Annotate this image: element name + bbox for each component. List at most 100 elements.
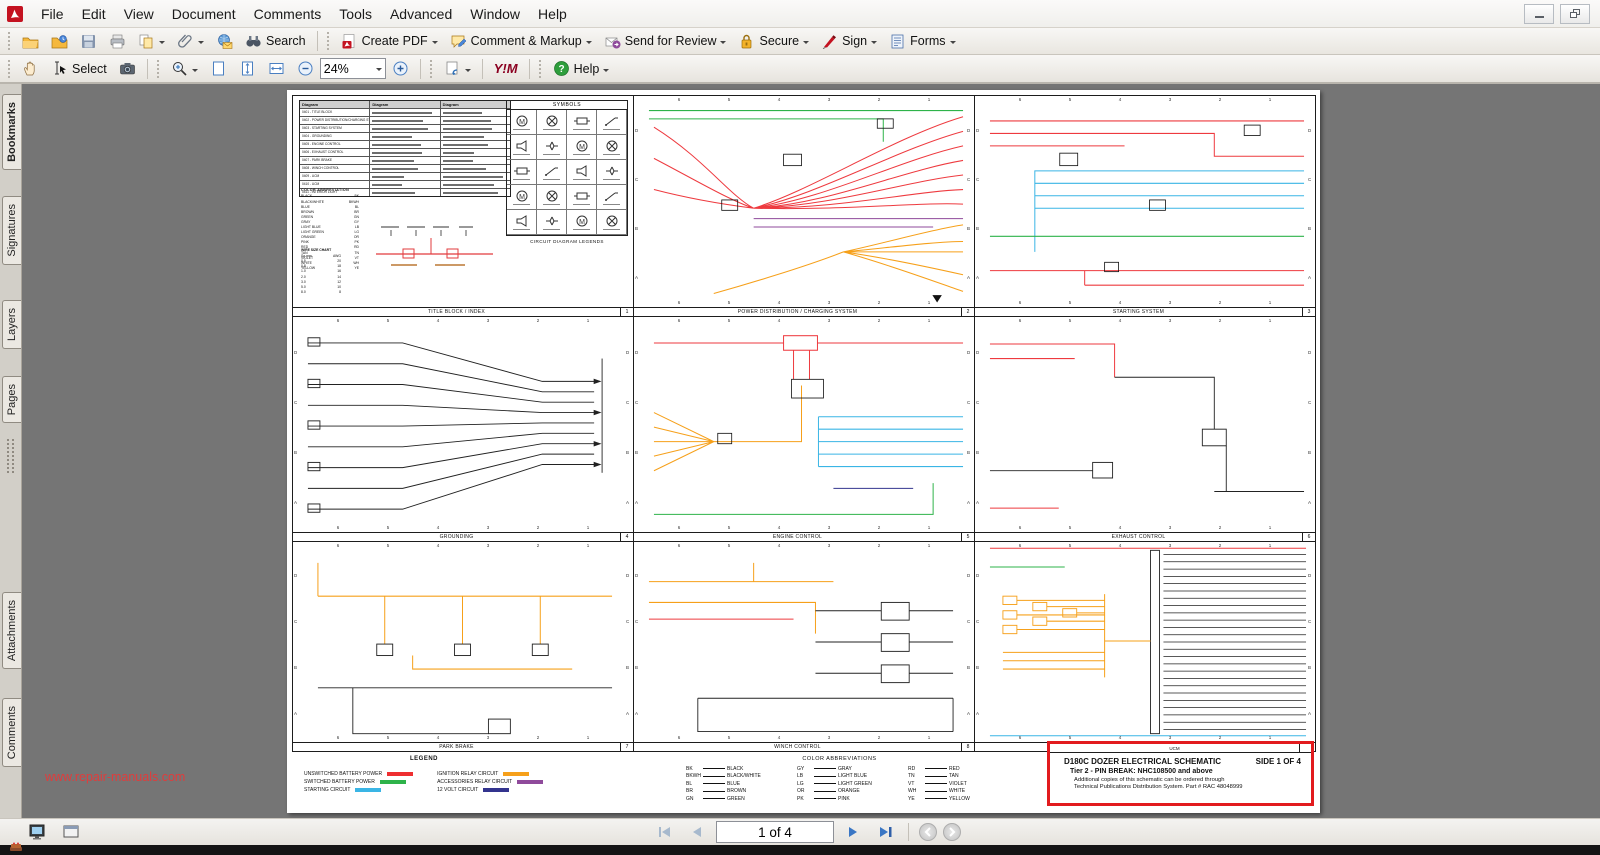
- zoom-out-button[interactable]: [291, 57, 320, 80]
- legend-strip: LEGEND UNSWITCHED BATTERY POWERSWITCHED …: [292, 752, 1316, 808]
- fit-height-icon: [239, 60, 256, 77]
- taskbar-corner-icon[interactable]: [8, 841, 24, 855]
- search-button[interactable]: Search: [239, 30, 312, 53]
- sidebar-tab-attachments[interactable]: Attachments: [2, 592, 21, 669]
- wire-size-chart: WIRE SIZE CHARTSq mmAWG0.5200.8181.0162.…: [301, 248, 341, 295]
- toolbar-grip[interactable]: [157, 60, 161, 78]
- sidebar-tab-layers[interactable]: Layers: [2, 300, 21, 349]
- panel-title: POWER DISTRIBUTION / CHARGING SYSTEM: [634, 309, 961, 315]
- email-button[interactable]: [210, 30, 239, 53]
- panel-winch-control: WINCH CONTROL8 654321654321DCBADCBA: [633, 541, 975, 752]
- open-folder-icon: [22, 33, 39, 50]
- save-button[interactable]: [74, 30, 103, 53]
- panel-title: EXHAUST CONTROL: [975, 534, 1302, 540]
- schematic-tier-line: Tier 2 - PIN BREAK: NHC108500 and above: [1050, 766, 1311, 775]
- page-display-button[interactable]: [438, 57, 477, 80]
- comment-markup-button[interactable]: Comment & Markup: [444, 30, 598, 53]
- toolbar-grip[interactable]: [8, 60, 12, 78]
- create-pdf-button[interactable]: Create PDF: [335, 30, 444, 53]
- forms-button[interactable]: Forms: [883, 30, 961, 53]
- sign-button[interactable]: Sign: [815, 30, 883, 53]
- fit-width-icon: [268, 60, 285, 77]
- actual-size-button[interactable]: [204, 57, 233, 80]
- symbols-grid: MMMM: [507, 110, 627, 235]
- symbols-title: SYMBOLS: [507, 101, 627, 110]
- menu-document[interactable]: Document: [163, 2, 245, 26]
- toolbar-grip[interactable]: [539, 60, 543, 78]
- minimize-button[interactable]: [1524, 4, 1554, 24]
- svg-text:M: M: [519, 194, 525, 201]
- create-pdf-icon: [341, 33, 358, 50]
- legend-item: UNSWITCHED BATTERY POWER: [304, 770, 413, 778]
- next-view-button[interactable]: [943, 823, 961, 841]
- grid-row-letters: DCBA: [967, 552, 973, 737]
- fit-page-button[interactable]: [233, 57, 262, 80]
- panel-title: WINCH CONTROL: [634, 744, 961, 750]
- grid-ticks: 654321: [313, 543, 613, 549]
- menu-view[interactable]: View: [115, 2, 163, 26]
- menu-help[interactable]: Help: [529, 2, 576, 26]
- page-indicator-field[interactable]: 1 of 4: [716, 821, 834, 843]
- next-page-button[interactable]: [840, 822, 866, 843]
- zoom-tool-button[interactable]: [165, 57, 204, 80]
- window-layout-icon[interactable]: [62, 823, 80, 841]
- panel-resize-grip[interactable]: [7, 439, 14, 473]
- help-button[interactable]: ?Help: [547, 57, 616, 80]
- restore-button[interactable]: [1560, 4, 1590, 24]
- menu-tools[interactable]: Tools: [330, 2, 381, 26]
- lock-icon: [738, 33, 755, 50]
- panel-title: PARK BRAKE: [293, 744, 620, 750]
- previous-view-button[interactable]: [919, 823, 937, 841]
- sidebar-tab-comments[interactable]: Comments: [2, 698, 21, 767]
- grid-row-letters: DCBA: [294, 552, 300, 737]
- menu-window[interactable]: Window: [461, 2, 529, 26]
- caret-icon: [465, 69, 471, 75]
- combine-files-icon: [138, 33, 155, 50]
- panel-title: ENGINE CONTROL: [634, 534, 961, 540]
- menu-file[interactable]: File: [32, 2, 73, 26]
- zoom-level-field[interactable]: 24%: [320, 58, 386, 79]
- print-button[interactable]: [103, 30, 132, 53]
- sidebar-tab-signatures[interactable]: Signatures: [2, 196, 21, 265]
- hand-tool-button[interactable]: [16, 57, 45, 80]
- yim-button[interactable]: Y!M: [488, 58, 524, 79]
- help-label: Help: [574, 62, 600, 76]
- sidebar-tab-bookmarks[interactable]: Bookmarks: [2, 94, 21, 170]
- menu-edit[interactable]: Edit: [73, 2, 115, 26]
- fit-width-button[interactable]: [262, 57, 291, 80]
- select-tool-button[interactable]: Select: [45, 57, 113, 80]
- zoom-in-button[interactable]: [386, 57, 415, 80]
- secure-button[interactable]: Secure: [732, 30, 815, 53]
- previous-page-button[interactable]: [684, 822, 710, 843]
- grid-ticks: 654321: [654, 525, 954, 531]
- organizer-button[interactable]: [45, 30, 74, 53]
- snapshot-button[interactable]: [113, 57, 142, 80]
- toolbar-grip[interactable]: [327, 32, 331, 50]
- caret-icon: [803, 41, 809, 47]
- sidebar-tab-pages[interactable]: Pages: [2, 376, 21, 423]
- watermark-text: www.repair-manuals.com: [45, 770, 185, 784]
- send-for-review-button[interactable]: Send for Review: [598, 30, 733, 53]
- attach-button[interactable]: [171, 30, 210, 53]
- color-abbreviations-section: COLOR ABBREVIATIONS BKBLACKBKWHBLACK/WHI…: [630, 752, 1049, 808]
- panel-title: STARTING SYSTEM: [975, 309, 1302, 315]
- toolbar-grip[interactable]: [8, 32, 12, 50]
- last-page-button[interactable]: [872, 822, 898, 843]
- open-button[interactable]: [16, 30, 45, 53]
- grid-ticks: 654321: [995, 318, 1295, 324]
- separator: [147, 59, 148, 79]
- schematic-side: SIDE 1 OF 4: [1256, 757, 1301, 766]
- schematic-note-line2: Technical Publications Distribution Syst…: [1050, 783, 1311, 790]
- nav-toolbar: Select 24% Y!M ?Help: [0, 55, 1600, 84]
- magnifier-icon: [171, 60, 188, 77]
- toolbar-grip[interactable]: [430, 60, 434, 78]
- schematic-grid: DiagramDiagramDiagram0401 - TITLE BLOCK0…: [292, 95, 1316, 751]
- panel-engine-control: ENGINE CONTROL5 654321654321DCBADCBA: [633, 316, 975, 542]
- document-area[interactable]: www.repair-manuals.com DiagramDiagramDia…: [22, 84, 1600, 818]
- reading-mode-icon[interactable]: [28, 823, 46, 841]
- menu-advanced[interactable]: Advanced: [381, 2, 461, 26]
- menu-comments[interactable]: Comments: [245, 2, 331, 26]
- combine-button[interactable]: [132, 30, 171, 53]
- panel-number: 7: [620, 743, 633, 751]
- first-page-button[interactable]: [652, 822, 678, 843]
